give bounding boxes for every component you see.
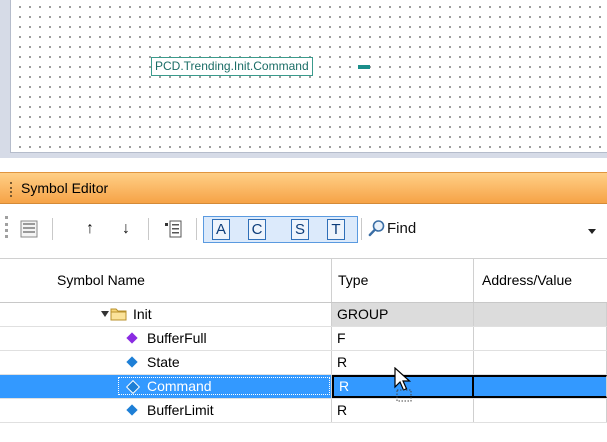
properties-button[interactable] (162, 219, 184, 239)
table-row[interactable]: BufferLimit R (0, 399, 607, 423)
table-row[interactable]: Init GROUP (0, 303, 607, 327)
filter-s-button[interactable]: S (291, 219, 309, 240)
type-cell: R (332, 399, 474, 422)
symbol-name: State (147, 354, 180, 370)
filter-a-button[interactable]: A (212, 219, 230, 240)
arrow-up-icon: ↑ (86, 220, 94, 237)
search-icon[interactable] (368, 219, 386, 237)
canvas-grid[interactable] (10, 0, 607, 153)
symbol-editor-header: Symbol Editor (0, 172, 607, 204)
symbol-name: Command (147, 378, 212, 394)
address-value-cell (474, 351, 607, 374)
properties-icon (165, 220, 182, 238)
list-view-button[interactable] (18, 219, 40, 239)
symbol-connector[interactable] (358, 65, 370, 69)
flag-symbol-icon (126, 332, 138, 344)
find-input[interactable] (450, 216, 596, 244)
table-header: Symbol Name Type Address/Value (0, 259, 607, 303)
column-header-symbol-name[interactable]: Symbol Name (0, 259, 332, 302)
address-value-cell (474, 399, 607, 422)
folder-icon (110, 308, 127, 321)
move-down-button[interactable]: ↓ (116, 219, 136, 239)
column-header-address-value[interactable]: Address/Value (474, 259, 607, 302)
symbol-table: Symbol Name Type Address/Value Init GROU… (0, 258, 607, 423)
symbol-name-cell: State (0, 351, 332, 374)
panel-grip-icon[interactable] (10, 182, 14, 197)
panel-title: Symbol Editor (21, 180, 109, 196)
symbol-name: BufferFull (147, 330, 207, 346)
symbol-name-cell: BufferFull (0, 327, 332, 350)
symbol-name-cell: Command (0, 375, 332, 398)
design-canvas[interactable]: PCD.Trending.Init.Command (0, 0, 607, 158)
address-value-cell (474, 303, 607, 326)
symbol-name-cell: BufferLimit (0, 399, 332, 422)
filter-c-button[interactable]: C (248, 219, 266, 240)
symbol-name: BufferLimit (147, 402, 214, 418)
column-header-type[interactable]: Type (332, 259, 474, 302)
toolbar-separator (196, 218, 197, 240)
table-row[interactable]: BufferFull F (0, 327, 607, 351)
symbol-name-cell: Init (0, 303, 332, 326)
symbol-name: Init (133, 306, 152, 322)
type-cell-editing[interactable]: R (332, 375, 474, 398)
address-value-cell (474, 327, 607, 350)
symbol-editor-toolbar: ↑ ↓ A C S T Find (0, 206, 607, 254)
list-view-icon (20, 220, 38, 238)
toolbar-separator (148, 218, 149, 240)
move-up-button[interactable]: ↑ (80, 219, 100, 239)
address-value-cell (474, 375, 607, 398)
type-cell: GROUP (332, 303, 474, 326)
type-cell: R (332, 351, 474, 374)
register-symbol-icon (126, 404, 138, 416)
toolbar-grip-icon[interactable] (5, 216, 8, 238)
toolbar-separator (361, 218, 362, 240)
table-row[interactable]: State R (0, 351, 607, 375)
find-button-label[interactable]: Find (387, 220, 416, 237)
chevron-down-icon[interactable] (588, 229, 596, 234)
toolbar-separator (52, 218, 53, 240)
expand-arrow-icon[interactable] (101, 311, 109, 317)
arrow-down-icon: ↓ (122, 220, 130, 237)
type-cell: F (332, 327, 474, 350)
symbol-label-box[interactable]: PCD.Trending.Init.Command (151, 57, 313, 76)
filter-t-button[interactable]: T (327, 219, 345, 240)
register-symbol-icon (126, 356, 138, 368)
table-row-selected[interactable]: Command R (0, 375, 607, 399)
